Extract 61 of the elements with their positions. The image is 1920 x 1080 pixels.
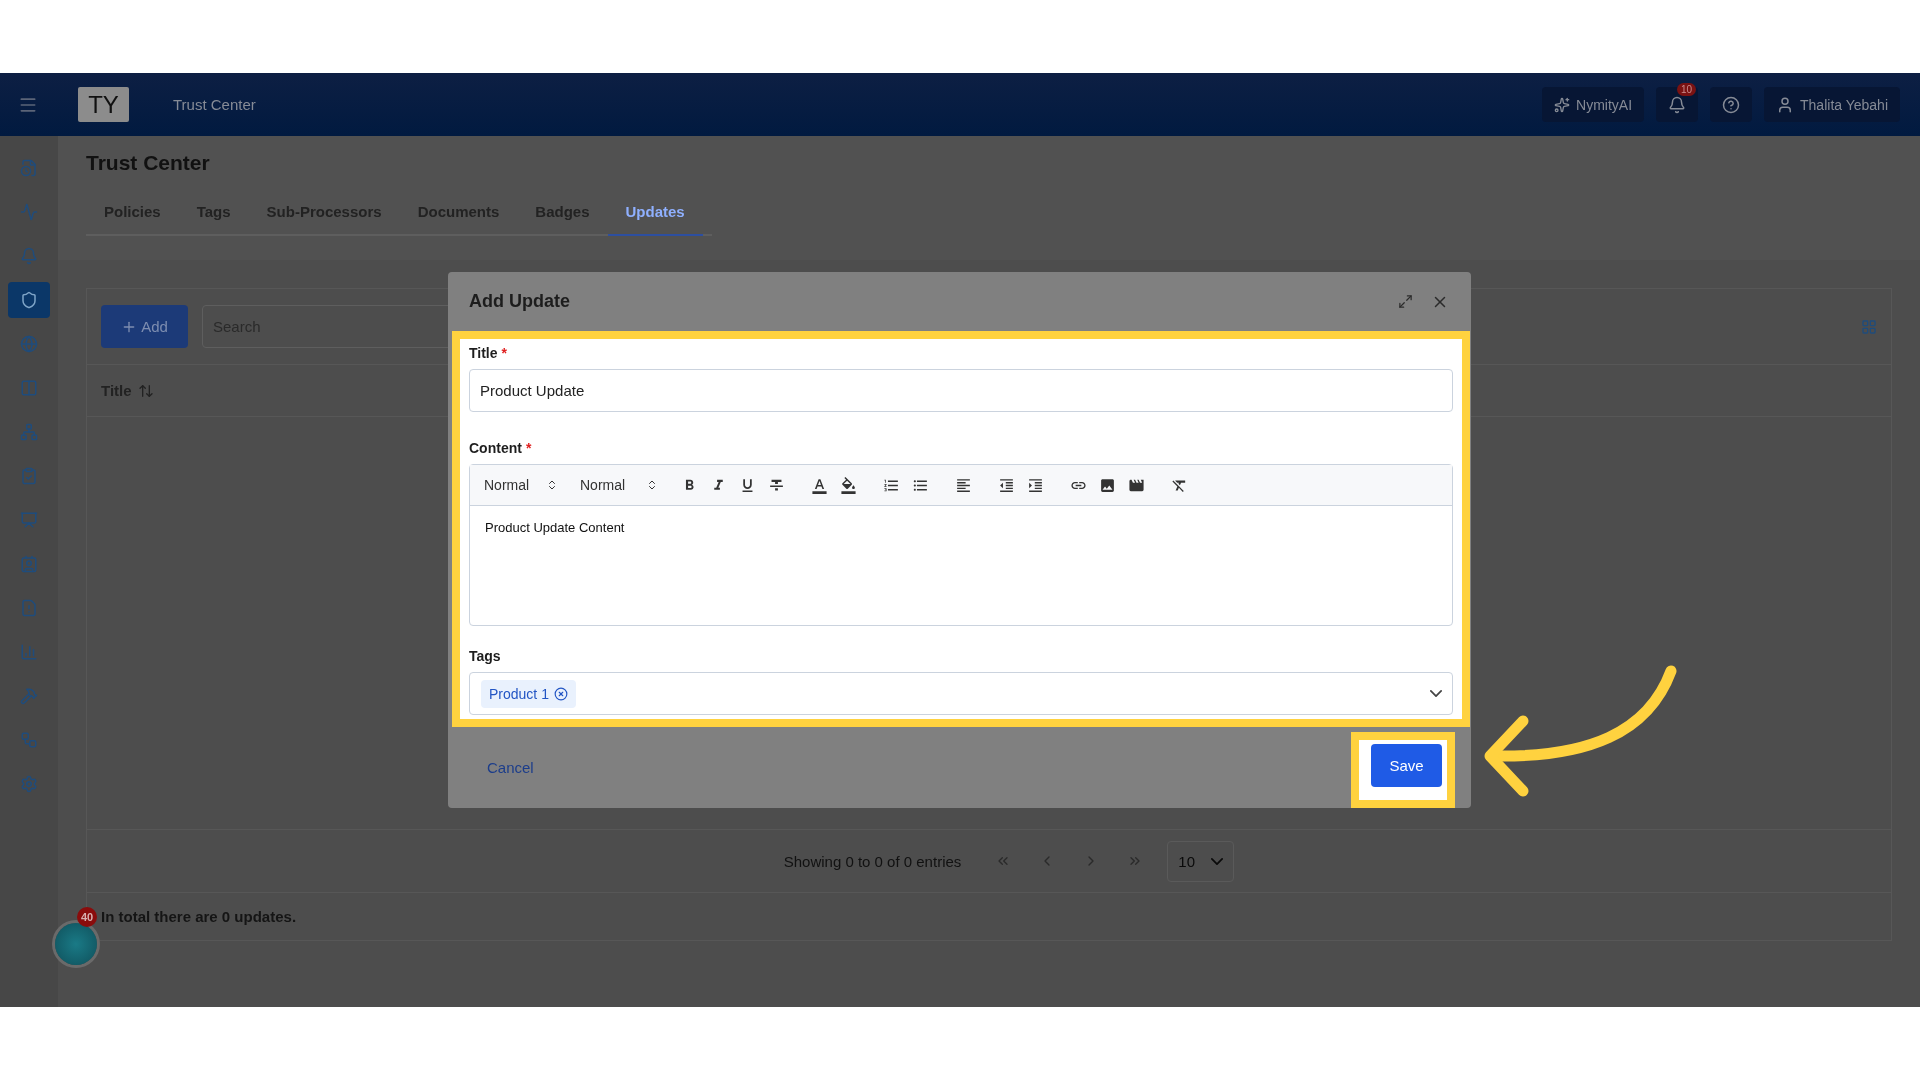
required-mark: * (525, 440, 532, 456)
align-left-icon (955, 476, 972, 494)
total-text: In total there are 0 updates. (101, 908, 297, 925)
sort-caret-icon (646, 479, 658, 491)
shield-icon (20, 291, 38, 309)
globe-icon (20, 335, 38, 353)
tags-select[interactable]: Product 1 (469, 672, 1453, 715)
field-label: Title (469, 345, 498, 361)
bell-icon (20, 247, 38, 265)
sort-caret-icon (546, 479, 558, 491)
text-color-icon (811, 476, 828, 494)
fill-color-icon (840, 476, 857, 494)
chevron-down-icon[interactable] (1430, 690, 1442, 697)
dialog-title: Add Update (469, 291, 571, 312)
title-input[interactable]: Product Update (469, 369, 1453, 412)
field-label: Content (469, 440, 522, 456)
format-select[interactable]: Normal (478, 477, 564, 493)
workflow-icon (20, 731, 38, 749)
add-button[interactable]: Add (101, 305, 188, 348)
field-label: Tags (469, 648, 501, 664)
clipboard-check-icon (20, 467, 38, 485)
chevron-down-icon (1211, 857, 1224, 865)
cancel-button[interactable]: Cancel (487, 759, 534, 776)
activity-icon (20, 203, 38, 221)
image-icon (1099, 476, 1116, 494)
bell-icon (1668, 95, 1687, 114)
logo: TY (78, 87, 129, 122)
network-icon (20, 423, 38, 441)
columns-icon (20, 379, 38, 397)
sort-icon[interactable] (137, 382, 154, 399)
chat-button[interactable] (55, 923, 97, 965)
help-button[interactable] (1710, 87, 1753, 122)
help-icon (1722, 95, 1741, 114)
app-title: Trust Center (173, 96, 257, 113)
save-button[interactable]: Save (1371, 744, 1442, 787)
indent-decrease-icon (998, 476, 1015, 494)
ai-button[interactable]: NymityAI (1542, 87, 1645, 122)
indent-increase-icon (1027, 476, 1044, 494)
remove-tag-icon[interactable] (553, 686, 568, 701)
editor-text: Product Update Content (484, 519, 626, 537)
presentation-icon (20, 511, 38, 529)
pagination-summary: Showing 0 to 0 of 0 entries (783, 852, 962, 870)
sidebar-item[interactable] (8, 282, 50, 318)
expand-icon (1398, 294, 1413, 309)
settings-icon (20, 775, 38, 793)
sparkles-icon (1554, 96, 1571, 113)
format-select[interactable]: Normal (574, 477, 664, 493)
hammer-icon (20, 687, 38, 705)
required-mark: * (501, 345, 507, 361)
user-button[interactable]: Thalita Yebahi (1764, 87, 1900, 122)
tab[interactable]: Updates (607, 189, 703, 236)
rich-text-editor[interactable]: Normal Normal Product Update Content (469, 464, 1453, 626)
expand-button[interactable] (1396, 292, 1415, 311)
tag-chip: Product 1 (481, 679, 576, 708)
notification-badge: 10 (1676, 83, 1697, 96)
page-title: Trust Center (86, 151, 211, 175)
document-warning-icon (20, 599, 38, 617)
bar-chart-icon (20, 643, 38, 661)
page-size-select[interactable]: 10 (1167, 840, 1235, 882)
document-clock-icon (20, 159, 38, 177)
contact-icon (20, 555, 38, 573)
